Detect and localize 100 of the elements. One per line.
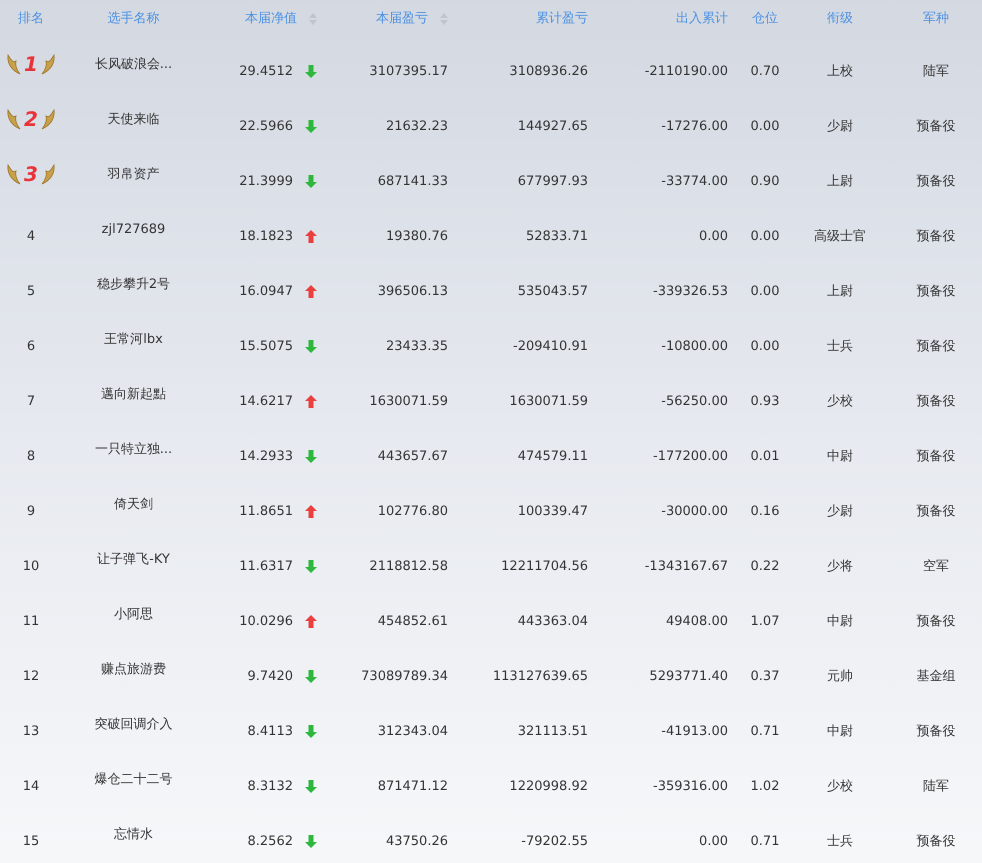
player-name: 让子弹飞-KY: [97, 550, 170, 569]
cumulative-profit: -79202.55: [521, 832, 588, 851]
position-value: 0.37: [750, 668, 780, 686]
grade-label: 元帅: [827, 668, 853, 686]
position-value: 0.71: [750, 722, 780, 741]
profit-value: 871471.12: [378, 778, 448, 796]
grade-label: 中尉: [827, 612, 853, 631]
net-value: 8.4113: [248, 722, 293, 741]
profit-value: 19380.76: [386, 228, 448, 246]
column-header: 衔级: [827, 10, 853, 28]
grade-label: 上尉: [827, 282, 853, 301]
cumulative-profit: 474579.11: [518, 448, 588, 466]
column-header[interactable]: 本届盈亏: [376, 9, 448, 29]
position-value: 0.22: [750, 558, 780, 576]
grade-label: 士兵: [827, 832, 853, 851]
net-value: 10.0296: [239, 612, 293, 631]
profit-value: 1630071.59: [369, 392, 448, 411]
profit-value: 454852.61: [378, 612, 448, 631]
branch-label: 陆军: [923, 778, 949, 796]
profit-value: 21632.23: [386, 118, 448, 136]
net-value: 16.0947: [239, 282, 293, 301]
grade-label: 少将: [827, 558, 853, 576]
branch-label: 预备役: [916, 832, 956, 851]
rank-number: 11: [22, 612, 40, 631]
grade-label: 高级士官: [814, 228, 866, 246]
profit-value: 2118812.58: [369, 558, 448, 576]
in-out-total: -33774.00: [661, 172, 728, 191]
in-out-total: -41913.00: [661, 722, 728, 741]
in-out-total: 0.00: [699, 832, 728, 851]
branch-label: 预备役: [916, 172, 956, 191]
player-name: 倚天剑: [114, 496, 153, 514]
branch-label: 预备役: [916, 392, 956, 411]
column-header: 累计盈亏: [536, 10, 588, 28]
position-value: 0.01: [750, 448, 780, 466]
grade-label: 中尉: [827, 448, 853, 466]
position-value: 1.07: [750, 612, 780, 631]
column-header: 排名: [18, 10, 44, 28]
position-value: 0.16: [750, 502, 780, 521]
rank-number: 3: [24, 164, 38, 184]
in-out-total: 5293771.40: [649, 668, 728, 686]
rank-number: 10: [22, 558, 40, 576]
grade-label: 少校: [827, 392, 853, 411]
cumulative-profit: 677997.93: [518, 172, 588, 191]
rank-number: 12: [22, 668, 40, 686]
in-out-total: 49408.00: [666, 612, 728, 631]
profit-value: 23433.35: [386, 338, 448, 356]
column-header[interactable]: 本届净值: [245, 9, 317, 29]
in-out-total: -1343167.67: [644, 558, 728, 576]
player-name: 邁向新起點: [101, 386, 166, 404]
rank-number: 6: [26, 338, 36, 356]
wing-icon: [40, 162, 56, 184]
net-value: 9.7420: [248, 668, 293, 686]
in-out-total: -17276.00: [661, 118, 728, 136]
wing-icon: [6, 162, 22, 184]
branch-label: 预备役: [916, 338, 956, 356]
wing-icon: [40, 52, 56, 74]
player-name: 突破回调介入: [94, 716, 172, 734]
in-out-total: -339326.53: [653, 282, 728, 301]
rank-number: 9: [26, 502, 36, 521]
cumulative-profit: 1630071.59: [509, 392, 588, 411]
column-header: 选手名称: [108, 10, 160, 28]
player-name: 羽帛资产: [108, 166, 160, 184]
cumulative-profit: 100339.47: [518, 502, 588, 521]
position-value: 0.93: [750, 392, 780, 411]
profit-value: 396506.13: [378, 282, 448, 301]
branch-label: 基金组: [916, 668, 956, 686]
profit-value: 312343.04: [378, 722, 448, 741]
rank-number: 5: [26, 282, 36, 301]
branch-label: 预备役: [916, 448, 956, 466]
wing-icon: [6, 108, 22, 130]
position-value: 0.00: [750, 338, 780, 356]
branch-label: 空军: [923, 558, 949, 576]
branch-label: 预备役: [916, 282, 956, 301]
player-name: 忘情水: [114, 826, 153, 844]
rank-number: 15: [22, 832, 40, 851]
cumulative-profit: 321113.51: [518, 722, 588, 741]
cumulative-profit: -209410.91: [513, 338, 588, 356]
cumulative-profit: 52833.71: [526, 228, 588, 246]
in-out-total: 0.00: [699, 228, 728, 246]
in-out-total: -2110190.00: [644, 62, 728, 81]
player-name: 稳步攀升2号: [96, 276, 170, 294]
grade-label: 士兵: [827, 338, 853, 356]
rank-number: 8: [26, 448, 36, 466]
branch-label: 预备役: [916, 228, 956, 246]
grade-label: 少校: [827, 778, 853, 796]
branch-label: 预备役: [916, 118, 956, 136]
grade-label: 上校: [827, 62, 853, 81]
cumulative-profit: 535043.57: [518, 282, 588, 301]
branch-label: 预备役: [916, 502, 956, 521]
grade-label: 上尉: [827, 172, 853, 191]
in-out-total: -10800.00: [661, 338, 728, 356]
net-value: 22.5966: [239, 118, 293, 136]
profit-value: 687141.33: [378, 172, 448, 191]
net-value: 11.8651: [239, 502, 293, 521]
wing-icon: [6, 52, 22, 74]
player-name: 赚点旅游费: [101, 660, 166, 679]
player-name: 小阿思: [114, 606, 153, 624]
net-value: 15.5075: [239, 338, 293, 356]
position-value: 1.02: [750, 778, 780, 796]
position-value: 0.71: [750, 832, 780, 851]
